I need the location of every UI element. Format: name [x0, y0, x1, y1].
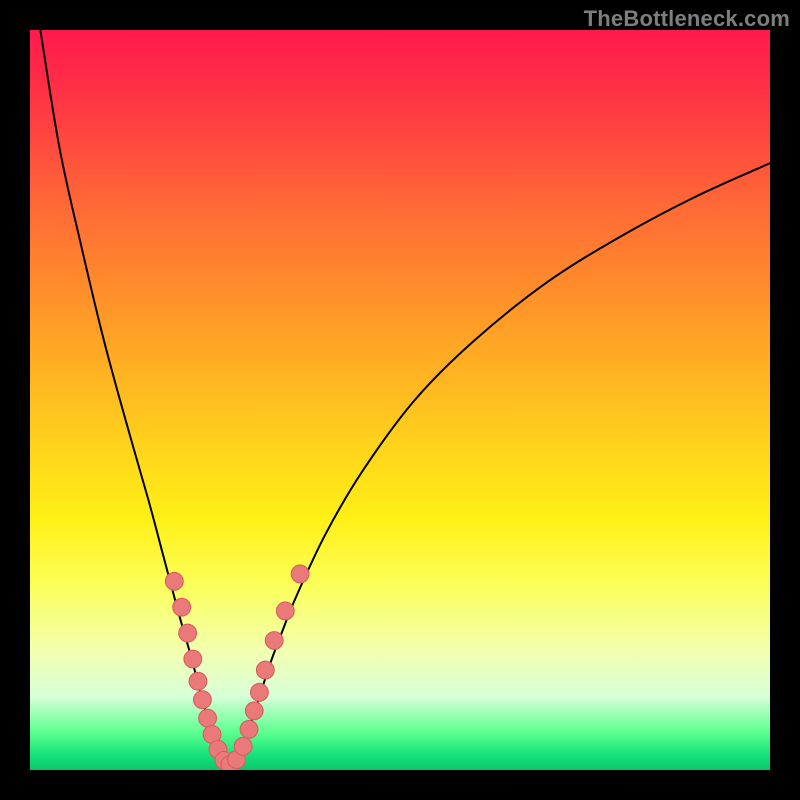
data-marker [234, 737, 252, 755]
curve-layer [30, 30, 770, 770]
data-marker [291, 565, 309, 583]
data-marker [184, 650, 202, 668]
data-marker [240, 720, 258, 738]
data-markers [165, 565, 309, 770]
data-marker [179, 624, 197, 642]
data-marker [199, 709, 217, 727]
plot-area [30, 30, 770, 770]
data-marker [256, 661, 274, 679]
data-marker [251, 683, 269, 701]
data-marker [189, 672, 207, 690]
chart-outer-frame: TheBottleneck.com [0, 0, 800, 800]
watermark-text: TheBottleneck.com [584, 6, 790, 32]
data-marker [194, 691, 212, 709]
data-marker [245, 702, 263, 720]
data-marker [276, 602, 294, 620]
curve-right-branch [230, 163, 770, 767]
data-marker [165, 572, 183, 590]
data-marker [173, 598, 191, 616]
data-marker [265, 632, 283, 650]
